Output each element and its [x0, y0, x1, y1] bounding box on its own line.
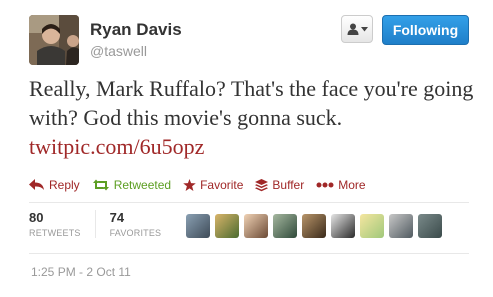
buffer-stack-icon [255, 178, 269, 191]
favorites-count: 74 [109, 210, 125, 225]
user-handle[interactable]: @taswell [90, 43, 147, 59]
star-icon [183, 179, 196, 191]
reply-arrow-icon [29, 179, 44, 190]
following-button[interactable]: Following [382, 15, 469, 45]
reply-label: Reply [49, 178, 80, 192]
tweet-link[interactable]: twitpic.com/6u5opz [29, 134, 204, 159]
user-actions-button[interactable] [341, 15, 373, 43]
more-dots-icon [316, 182, 334, 188]
avatar[interactable] [29, 15, 79, 65]
user-icon [347, 23, 358, 35]
divider [29, 202, 469, 203]
retweeted-label: Retweeted [113, 178, 172, 192]
user-name[interactable]: Ryan Davis [90, 20, 182, 40]
retweeter-avatar[interactable] [186, 214, 210, 238]
retweets-stat[interactable]: 80 RETWEETS [29, 210, 96, 238]
more-button[interactable]: More [316, 178, 366, 192]
retweets-label: RETWEETS [29, 228, 81, 238]
caret-down-icon [360, 26, 368, 31]
retweeter-avatar[interactable] [302, 214, 326, 238]
retweeter-avatar[interactable] [389, 214, 413, 238]
retweeter-avatar[interactable] [418, 214, 442, 238]
retweeter-avatar[interactable] [360, 214, 384, 238]
reply-button[interactable]: Reply [29, 178, 80, 192]
retweeted-button[interactable]: Retweeted [92, 178, 171, 192]
tweet-text: Really, Mark Ruffalo? That's the face yo… [29, 74, 479, 161]
buffer-label: Buffer [272, 178, 305, 192]
retweeter-avatar[interactable] [215, 214, 239, 238]
favorites-label: FAVORITES [109, 228, 162, 238]
tweet-actions: Reply Retweeted Favorite Buffer More [29, 177, 378, 193]
tweet-timestamp[interactable]: 1:25 PM - 2 Oct 11 [31, 265, 131, 279]
favorite-button[interactable]: Favorite [183, 178, 243, 192]
buffer-button[interactable]: Buffer [255, 178, 304, 192]
retweeter-avatars [186, 214, 442, 238]
retweets-count: 80 [29, 210, 44, 225]
more-label: More [338, 178, 366, 192]
favorite-label: Favorite [200, 178, 244, 192]
divider [29, 253, 469, 254]
retweeter-avatar[interactable] [273, 214, 297, 238]
favorites-stat[interactable]: 74 FAVORITES [110, 210, 176, 238]
tweet-body: Really, Mark Ruffalo? That's the face yo… [29, 76, 474, 130]
retweeter-avatar[interactable] [331, 214, 355, 238]
retweet-icon [92, 179, 109, 191]
retweeter-avatar[interactable] [244, 214, 268, 238]
tweet-stats: 80 RETWEETS 74 FAVORITES [29, 210, 189, 238]
avatar-image [29, 15, 79, 65]
